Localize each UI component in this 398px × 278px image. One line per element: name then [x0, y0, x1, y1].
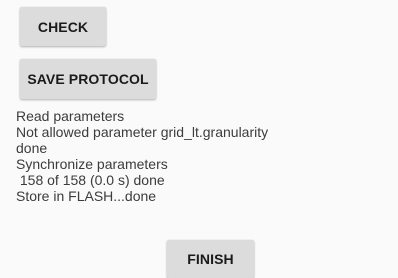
check-button[interactable]: CHECK — [20, 7, 106, 46]
log-line: Synchronize parameters — [16, 156, 168, 172]
finish-button[interactable]: FINISH — [167, 240, 254, 278]
log-line: done — [16, 140, 48, 156]
save-protocol-button[interactable]: SAVE PROTOCOL — [20, 59, 156, 99]
log-line: 158 of 158 (0.0 s) done — [16, 172, 165, 188]
protocol-log: Read parameters Not allowed parameter gr… — [16, 108, 386, 204]
log-line: Store in FLASH...done — [16, 188, 157, 204]
log-line: Read parameters — [16, 108, 125, 124]
log-line: Not allowed parameter grid_lt.granularit… — [16, 124, 269, 140]
